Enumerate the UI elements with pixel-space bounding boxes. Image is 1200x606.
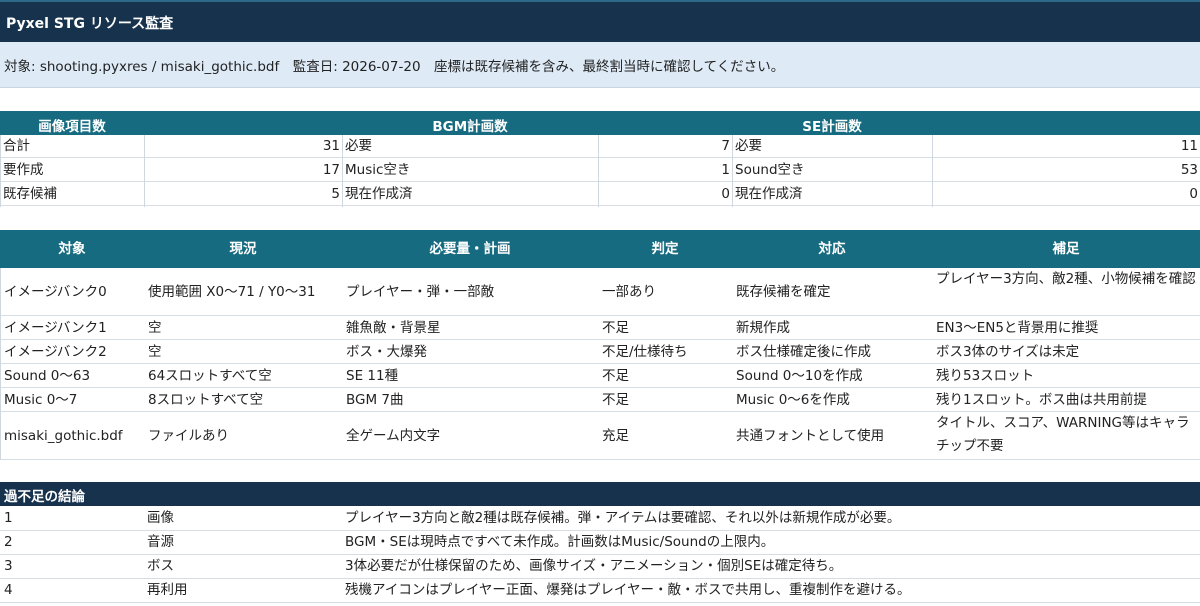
conclusion-title: 過不足の結論 xyxy=(4,489,85,505)
cell-plan[interactable]: プレイヤー・弾・一部敵 xyxy=(342,268,598,316)
conclusion-number: 4 xyxy=(4,582,13,598)
cell-notes[interactable]: タイトル、スコア、WARNING等はキャラチップ不要 xyxy=(932,412,1200,460)
cell-judgement[interactable]: 不足/仕様待ち xyxy=(598,340,732,364)
audit-meta-row[interactable]: 対象: shooting.pyxres / misaki_gothic.bdf … xyxy=(0,42,1200,88)
cell-action[interactable]: ボス仕様確定後に作成 xyxy=(732,340,932,364)
page-title: Pyxel STG リソース監査 xyxy=(6,16,174,32)
cell-notes[interactable]: 残り53スロット xyxy=(932,364,1200,388)
detail-table-header: 対象 現況 必要量・計画 判定 対応 補足 xyxy=(0,230,1200,268)
bgm-summary-label[interactable]: 現在作成済 xyxy=(342,183,598,206)
cell-target[interactable]: Music 0〜7 xyxy=(0,388,144,412)
cell-judgement[interactable]: 不足 xyxy=(598,388,732,412)
image-summary-label[interactable]: 既存候補 xyxy=(0,183,144,206)
cell-status[interactable]: 64スロットすべて空 xyxy=(144,364,342,388)
summary-grid-line xyxy=(932,135,933,207)
detail-grid-line xyxy=(0,268,1,460)
cell-action[interactable]: 既存候補を確定 xyxy=(732,268,932,316)
cell-judgement[interactable]: 不足 xyxy=(598,364,732,388)
cell-plan[interactable]: 雑魚敵・背景星 xyxy=(342,316,598,340)
cell-target[interactable]: イメージバンク2 xyxy=(0,340,144,364)
row-divider xyxy=(0,459,1200,460)
se-plan-header: SE計画数 xyxy=(802,119,862,135)
se-summary-label[interactable]: 必要 xyxy=(732,135,932,158)
col-notes-header[interactable]: 補足 xyxy=(932,230,1200,268)
cell-action[interactable]: Sound 0〜10を作成 xyxy=(732,364,932,388)
cell-notes[interactable]: EN3〜EN5と背景用に推奨 xyxy=(932,316,1200,340)
conclusion-category: ボス xyxy=(147,558,174,574)
title-bar: Pyxel STG リソース監査 xyxy=(0,0,1200,42)
audit-meta-text: 対象: shooting.pyxres / misaki_gothic.bdf … xyxy=(4,59,785,75)
cell-notes[interactable]: 残り1スロット。ボス曲は共用前提 xyxy=(932,388,1200,412)
cell-judgement[interactable]: 充足 xyxy=(598,412,732,460)
summary-grid-line xyxy=(598,135,599,207)
conclusion-number: 1 xyxy=(4,510,13,526)
cell-judgement[interactable]: 一部あり xyxy=(598,268,732,316)
summary-header-band xyxy=(0,111,1200,135)
conclusion-text: 3体必要だが仕様保留のため、画像サイズ・アニメーション・個別SEは確定待ち。 xyxy=(345,558,843,574)
image-summary-value[interactable]: 5 xyxy=(144,183,342,206)
conclusion-text: BGM・SEは現時点ですべて未作成。計画数はMusic/Soundの上限内。 xyxy=(345,534,775,550)
cell-judgement[interactable]: 不足 xyxy=(598,316,732,340)
summary-grid-line xyxy=(732,135,733,207)
cell-plan[interactable]: SE 11種 xyxy=(342,364,598,388)
bgm-summary-value[interactable]: 1 xyxy=(598,159,732,182)
conclusion-header: 過不足の結論 xyxy=(0,482,1200,506)
se-summary-value[interactable]: 11 xyxy=(932,135,1200,158)
conclusion-category: 再利用 xyxy=(147,582,188,598)
cell-action[interactable]: 新規作成 xyxy=(732,316,932,340)
conclusion-category: 音源 xyxy=(147,534,174,550)
summary-grid-line xyxy=(144,135,145,207)
col-target-header[interactable]: 対象 xyxy=(0,230,144,268)
bgm-summary-label[interactable]: Music空き xyxy=(342,159,598,182)
cell-action[interactable]: 共通フォントとして使用 xyxy=(732,412,932,460)
cell-status[interactable]: 使用範囲 X0〜71 / Y0〜31 xyxy=(144,268,342,316)
conclusion-text: プレイヤー3方向と敵2種は既存候補。弾・アイテムは要確認、それ以外は新規作成が必… xyxy=(345,510,901,526)
se-summary-label[interactable]: Sound空き xyxy=(732,159,932,182)
cell-status[interactable]: 8スロットすべて空 xyxy=(144,388,342,412)
cell-status[interactable]: 空 xyxy=(144,316,342,340)
col-action-header[interactable]: 対応 xyxy=(732,230,932,268)
summary-grid-line xyxy=(342,135,343,207)
cell-plan[interactable]: ボス・大爆発 xyxy=(342,340,598,364)
conclusion-text: 残機アイコンはプレイヤー正面、爆発はプレイヤー・敵・ボスで共用し、重複制作を避け… xyxy=(345,582,911,598)
bgm-summary-value[interactable]: 7 xyxy=(598,135,732,158)
image-summary-label[interactable]: 要作成 xyxy=(0,159,144,182)
cell-notes[interactable]: ボス3体のサイズは未定 xyxy=(932,340,1200,364)
cell-notes[interactable]: プレイヤー3方向、敵2種、小物候補を確認 xyxy=(932,268,1200,316)
image-summary-value[interactable]: 17 xyxy=(144,159,342,182)
cell-status[interactable]: 空 xyxy=(144,340,342,364)
cell-target[interactable]: misaki_gothic.bdf xyxy=(0,412,144,460)
conclusion-number: 3 xyxy=(4,558,13,574)
cell-plan[interactable]: 全ゲーム内文字 xyxy=(342,412,598,460)
col-judgement-header[interactable]: 判定 xyxy=(598,230,732,268)
se-summary-value[interactable]: 0 xyxy=(932,183,1200,206)
bgm-plan-header: BGM計画数 xyxy=(432,119,508,135)
se-summary-value[interactable]: 53 xyxy=(932,159,1200,182)
col-plan-header[interactable]: 必要量・計画 xyxy=(342,230,598,268)
bgm-summary-label[interactable]: 必要 xyxy=(342,135,598,158)
image-summary-label[interactable]: 合計 xyxy=(0,135,144,158)
cell-action[interactable]: Music 0〜6を作成 xyxy=(732,388,932,412)
cell-target[interactable]: イメージバンク0 xyxy=(0,268,144,316)
summary-grid-line xyxy=(0,135,1,207)
cell-target[interactable]: Sound 0〜63 xyxy=(0,364,144,388)
conclusion-number: 2 xyxy=(4,534,13,550)
col-status-header[interactable]: 現況 xyxy=(144,230,342,268)
se-summary-label[interactable]: 現在作成済 xyxy=(732,183,932,206)
bgm-summary-value[interactable]: 0 xyxy=(598,183,732,206)
cell-target[interactable]: イメージバンク1 xyxy=(0,316,144,340)
cell-plan[interactable]: BGM 7曲 xyxy=(342,388,598,412)
image-summary-value[interactable]: 31 xyxy=(144,135,342,158)
cell-status[interactable]: ファイルあり xyxy=(144,412,342,460)
conclusion-category: 画像 xyxy=(147,510,174,526)
conclusion-divider xyxy=(0,602,1200,603)
image-count-header: 画像項目数 xyxy=(38,119,106,135)
